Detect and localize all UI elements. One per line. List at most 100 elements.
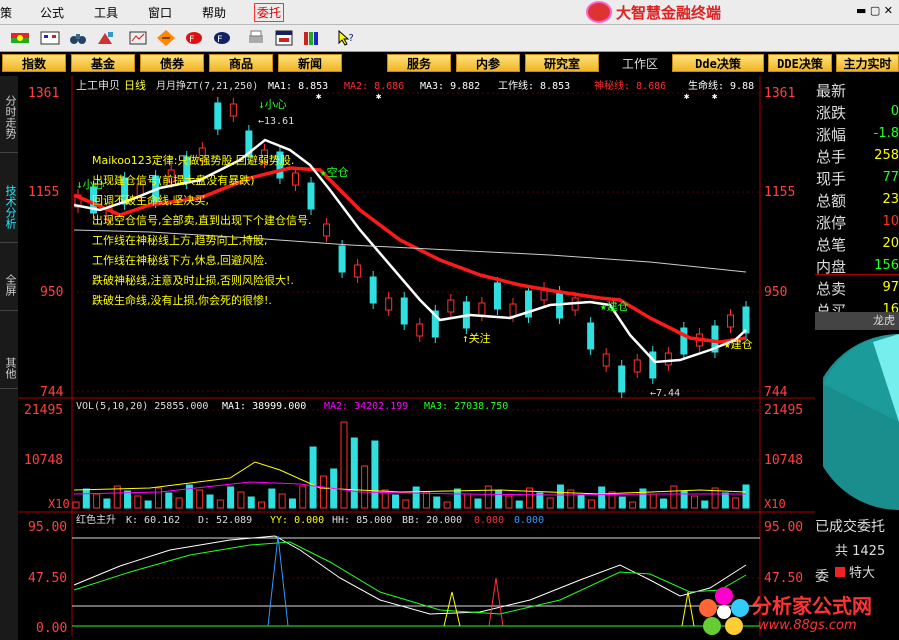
note-line-6: 工作线在神秘线下方,休息,回避风险. <box>92 254 268 267</box>
menu-item-window[interactable]: 窗口 <box>148 4 172 21</box>
volume-bar <box>392 494 400 509</box>
price-axis-top-right: 1361 <box>764 86 795 101</box>
window-icon[interactable] <box>274 29 294 47</box>
oval-icon[interactable]: F <box>184 29 204 47</box>
menu-item-tools[interactable]: 工具 <box>94 4 118 21</box>
flag-icon[interactable] <box>10 29 30 47</box>
volume-bar <box>515 500 523 509</box>
tab-technical[interactable]: 技术分析 <box>0 172 18 243</box>
nav-fund-button[interactable]: 基金 <box>71 54 135 72</box>
pie-chart <box>823 334 899 510</box>
volume-bar <box>309 446 317 509</box>
price-axis-bottom-right: 744 <box>764 385 788 400</box>
chart-icon[interactable] <box>128 29 148 47</box>
quote-panel: 最新 涨跌 0 涨幅 -1.8 总手 258 现手 77 总额 23 涨停 10… <box>815 76 899 640</box>
osc-bb: BB: 20.000 <box>402 515 462 526</box>
volume-bar <box>629 501 637 509</box>
tab-intraday[interactable]: 分时走势 <box>0 82 18 153</box>
watermark-url: www.88gs.com <box>758 618 857 633</box>
volume-bar <box>154 487 162 509</box>
vol-axis-top-right: 21495 <box>764 403 803 418</box>
binoculars-icon[interactable] <box>68 29 88 47</box>
volume-bar <box>505 495 513 509</box>
f10-icon[interactable]: F <box>212 29 232 47</box>
nav-research-button[interactable]: 研究室 <box>525 54 599 72</box>
traded-orders-title: 已成交委托 <box>815 519 885 535</box>
entrust-button[interactable]: 委托 <box>254 3 285 22</box>
volume-bar <box>721 492 729 509</box>
volume-bar <box>742 484 750 509</box>
category-nav: 指数 基金 债券 商品 新闻 服务 内参 研究室 工作区 Dde决策 DDE决策… <box>0 52 899 74</box>
star-marker: ✱ <box>684 92 690 102</box>
nav-index-button[interactable]: 指数 <box>2 54 66 72</box>
candle-body <box>416 323 424 337</box>
work-area-label[interactable]: 工作区 <box>612 54 668 72</box>
candle-body <box>633 359 641 373</box>
watch-marker: ↑关注 <box>462 331 491 345</box>
vol-axis-unit: X10 <box>48 497 70 511</box>
candle-body <box>338 245 346 273</box>
candle-body <box>291 172 299 186</box>
star-marker: ✱ <box>316 92 322 102</box>
diamond-icon[interactable] <box>156 29 176 47</box>
dde-decision-button[interactable]: Dde决策 <box>672 54 764 72</box>
grid-icon[interactable] <box>40 29 60 47</box>
volume-bar <box>216 499 224 509</box>
quote-value-limit: 10 <box>882 214 899 229</box>
volume-bar <box>433 496 441 509</box>
quote-value-inner: 156 <box>874 258 899 273</box>
help-pointer-icon[interactable]: ? <box>336 29 356 47</box>
volume-bar <box>237 491 245 509</box>
svg-text:F: F <box>189 35 194 45</box>
window-controls[interactable]: ▬ ▢ ✕ <box>856 4 893 17</box>
tab-other[interactable]: 其他 <box>0 348 18 389</box>
nav-bond-button[interactable]: 债券 <box>140 54 204 72</box>
vol-axis-unit-right: X10 <box>764 497 786 511</box>
print-icon[interactable] <box>246 29 266 47</box>
menu-item-help[interactable]: 帮助 <box>202 4 226 21</box>
watermark: 分析家公式网 www.88gs.com <box>698 586 894 636</box>
osc-yy: YY: 0.000 <box>270 515 324 526</box>
osc-hh: HH: 85.000 <box>332 515 392 526</box>
dde-decision-button-2[interactable]: DDE决策 <box>768 54 832 72</box>
dragon-tiger-header[interactable]: 龙虎 <box>815 312 899 330</box>
candle-body <box>680 327 688 355</box>
quote-label-volume: 总手 <box>816 148 847 166</box>
mystery-line-value: 神秘线: 8.686 <box>594 79 666 92</box>
menu-item-formula[interactable]: 公式 <box>40 4 64 21</box>
quote-value-volume: 258 <box>874 148 899 163</box>
empty-marker: ★空仓 <box>320 165 349 179</box>
volume-bar <box>649 493 657 509</box>
volume-bar <box>134 495 142 509</box>
main-force-button[interactable]: 主力实时 <box>836 54 899 72</box>
volume-bar <box>495 490 503 509</box>
volume-bar <box>196 489 204 509</box>
nav-news-button[interactable]: 新闻 <box>278 54 342 72</box>
indicator-name: 月月挣ZT(7,21,250) <box>156 79 258 92</box>
nav-commodity-button[interactable]: 商品 <box>209 54 273 72</box>
stock-tools-icon[interactable] <box>96 29 116 47</box>
quote-value-amount: 23 <box>882 192 899 207</box>
side-tabs: 分时走势 技术分析 全屏 其他 <box>0 76 18 640</box>
tab-fullscreen[interactable]: 全屏 <box>0 260 18 311</box>
candle-body <box>447 299 455 313</box>
nav-insider-button[interactable]: 内参 <box>456 54 520 72</box>
volume-bar <box>72 501 80 509</box>
vol-header: VOL(5,10,20) 25855.000 <box>76 401 208 412</box>
osc-k-line <box>73 535 747 615</box>
osc-spike-4 <box>681 591 695 627</box>
volume-bar <box>340 421 348 509</box>
max-price-label: ←13.61 <box>258 116 294 127</box>
volume-bar <box>732 497 740 509</box>
volume-bar <box>227 486 235 509</box>
note-line-7: 跌破神秘线,注意及时止损,否则风险很大!. <box>92 274 294 287</box>
volume-bar <box>464 493 472 509</box>
volume-bar <box>361 465 369 509</box>
note-line-3: 回调不破生命线,坚决买, <box>92 194 209 207</box>
candle-body <box>726 314 734 328</box>
menu-item-strategy[interactable]: 策 <box>0 4 12 21</box>
nav-service-button[interactable]: 服务 <box>387 54 451 72</box>
books-icon[interactable] <box>302 29 322 47</box>
total-count: 共 1425 <box>835 544 886 559</box>
volume-bar <box>299 485 307 509</box>
